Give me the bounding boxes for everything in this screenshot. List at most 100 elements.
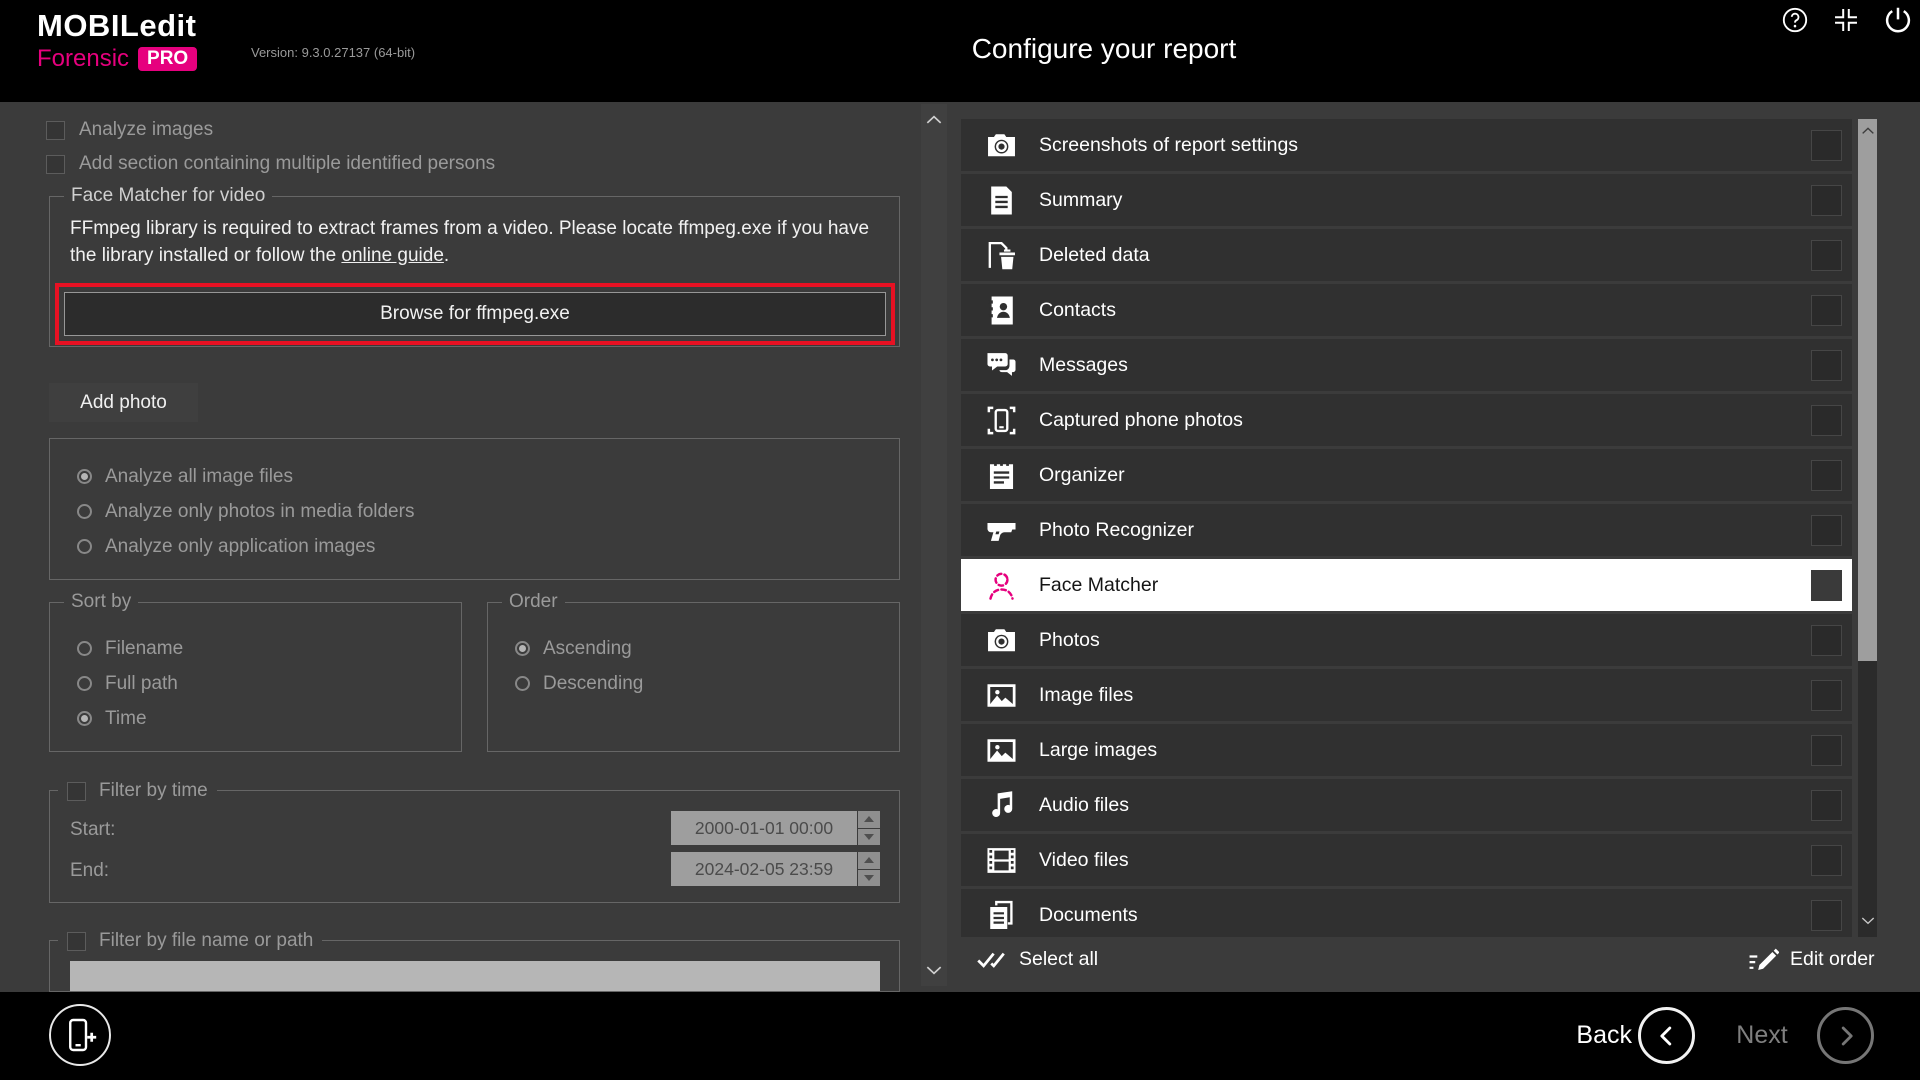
scroll-up-icon[interactable] — [924, 110, 944, 130]
select-all-label: Select all — [1019, 948, 1098, 971]
radio-button[interactable] — [515, 676, 530, 691]
order-title: Order — [502, 591, 565, 613]
analyze-options-group: Analyze all image filesAnalyze only phot… — [49, 438, 900, 580]
filename-filter-input[interactable] — [70, 961, 880, 991]
report-section-label: Captured phone photos — [1039, 409, 1243, 432]
add-photo-button[interactable]: Add photo — [49, 383, 198, 422]
report-section-row[interactable]: Summary — [961, 174, 1852, 226]
radio-option[interactable]: Full path — [77, 666, 461, 701]
report-section-row[interactable]: Large images — [961, 724, 1852, 776]
power-icon[interactable] — [1883, 5, 1913, 35]
report-section-checkbox[interactable] — [1811, 130, 1842, 161]
radio-button[interactable] — [77, 539, 92, 554]
report-section-label: Image files — [1039, 684, 1133, 707]
radio-button[interactable] — [77, 711, 92, 726]
report-section-row[interactable]: Face Matcher — [961, 559, 1852, 611]
filter-time-label: Filter by time — [99, 780, 208, 802]
video-files-icon — [985, 844, 1018, 877]
report-section-label: Photos — [1039, 629, 1100, 652]
spin-down-icon[interactable] — [858, 829, 880, 846]
report-section-checkbox[interactable] — [1811, 460, 1842, 491]
filter-name-header[interactable]: Filter by file name or path — [58, 930, 322, 952]
report-section-row[interactable]: Photos — [961, 614, 1852, 666]
summary-icon — [985, 184, 1018, 217]
report-section-checkbox[interactable] — [1811, 350, 1842, 381]
report-section-row[interactable]: Audio files — [961, 779, 1852, 831]
filter-name-checkbox[interactable] — [67, 932, 86, 951]
resize-icon[interactable] — [1832, 6, 1860, 34]
spin-down-icon[interactable] — [858, 870, 880, 887]
report-section-row[interactable]: Messages — [961, 339, 1852, 391]
radio-button[interactable] — [77, 676, 92, 691]
browse-ffmpeg-button[interactable]: Browse for ffmpeg.exe — [64, 292, 886, 336]
report-section-checkbox[interactable] — [1811, 405, 1842, 436]
report-section-row[interactable]: Image files — [961, 669, 1852, 721]
camera-settings-icon — [985, 129, 1018, 162]
next-label[interactable]: Next — [1716, 1020, 1808, 1050]
spin-up-icon[interactable] — [858, 852, 880, 869]
filter-time-header[interactable]: Filter by time — [58, 780, 217, 802]
report-section-row[interactable]: Documents — [961, 889, 1852, 937]
report-section-row[interactable]: Organizer — [961, 449, 1852, 501]
back-label[interactable]: Back — [1540, 1020, 1632, 1050]
report-section-label: Screenshots of report settings — [1039, 134, 1298, 157]
filter-time-checkbox[interactable] — [67, 782, 86, 801]
radio-option[interactable]: Analyze all image files — [77, 459, 899, 494]
report-section-row[interactable]: Video files — [961, 834, 1852, 886]
help-icon[interactable] — [1781, 6, 1809, 34]
edit-order-button[interactable]: Edit order — [1748, 944, 1875, 975]
scroll-down-icon[interactable] — [924, 960, 944, 980]
page-title: Configure your report — [972, 33, 1237, 65]
chevron-left-icon — [1654, 1023, 1680, 1049]
report-section-checkbox[interactable] — [1811, 240, 1842, 271]
radio-option[interactable]: Analyze only photos in media folders — [77, 494, 899, 529]
radio-option[interactable]: Time — [77, 701, 461, 736]
checkbox[interactable] — [46, 155, 65, 174]
radio-option[interactable]: Analyze only application images — [77, 529, 899, 564]
radio-button[interactable] — [515, 641, 530, 656]
report-section-checkbox[interactable] — [1811, 570, 1842, 601]
radio-button[interactable] — [77, 641, 92, 656]
select-all-button[interactable]: Select all — [976, 944, 1098, 974]
report-section-row[interactable]: Captured phone photos — [961, 394, 1852, 446]
report-section-row[interactable]: Deleted data — [961, 229, 1852, 281]
back-button[interactable] — [1638, 1007, 1695, 1064]
report-section-checkbox[interactable] — [1811, 790, 1842, 821]
sort-by-group: Sort by FilenameFull pathTime — [49, 602, 462, 752]
checkbox-row[interactable]: Add section containing multiple identifi… — [46, 147, 495, 181]
report-section-row[interactable]: Contacts — [961, 284, 1852, 336]
spin-up-icon[interactable] — [858, 811, 880, 828]
report-section-checkbox[interactable] — [1811, 735, 1842, 766]
report-section-checkbox[interactable] — [1811, 900, 1842, 931]
report-section-checkbox[interactable] — [1811, 625, 1842, 656]
report-section-checkbox[interactable] — [1811, 680, 1842, 711]
end-time-input[interactable]: 2024-02-05 23:59 — [671, 852, 880, 886]
online-guide-link[interactable]: online guide — [341, 245, 443, 266]
start-time-input[interactable]: 2000-01-01 00:00 — [671, 811, 880, 845]
left-panel-scrollbar[interactable] — [921, 104, 947, 986]
scrollbar-thumb[interactable] — [1858, 119, 1877, 661]
report-section-checkbox[interactable] — [1811, 185, 1842, 216]
organizer-icon — [985, 459, 1018, 492]
radio-button[interactable] — [77, 504, 92, 519]
radio-option[interactable]: Filename — [77, 631, 461, 666]
radio-option[interactable]: Ascending — [515, 631, 899, 666]
report-section-checkbox[interactable] — [1811, 515, 1842, 546]
help-text-before: FFmpeg library is required to extract fr… — [70, 218, 869, 266]
report-list-scrollbar[interactable] — [1858, 119, 1877, 937]
report-section-checkbox[interactable] — [1811, 295, 1842, 326]
add-device-button[interactable] — [49, 1004, 111, 1066]
radio-button[interactable] — [77, 469, 92, 484]
checkbox[interactable] — [46, 121, 65, 140]
report-section-row[interactable]: Screenshots of report settings — [961, 119, 1852, 171]
next-button[interactable] — [1817, 1007, 1874, 1064]
version-label: Version: 9.3.0.27137 (64-bit) — [251, 45, 415, 60]
report-section-row[interactable]: Photo Recognizer — [961, 504, 1852, 556]
checkbox-row[interactable]: Analyze images — [46, 113, 495, 147]
scroll-up-icon[interactable] — [1860, 123, 1876, 139]
deleted-data-icon — [985, 239, 1018, 272]
radio-option[interactable]: Descending — [515, 666, 899, 701]
scroll-down-icon[interactable] — [1859, 912, 1876, 929]
report-section-checkbox[interactable] — [1811, 845, 1842, 876]
start-time-spinner — [858, 811, 880, 845]
